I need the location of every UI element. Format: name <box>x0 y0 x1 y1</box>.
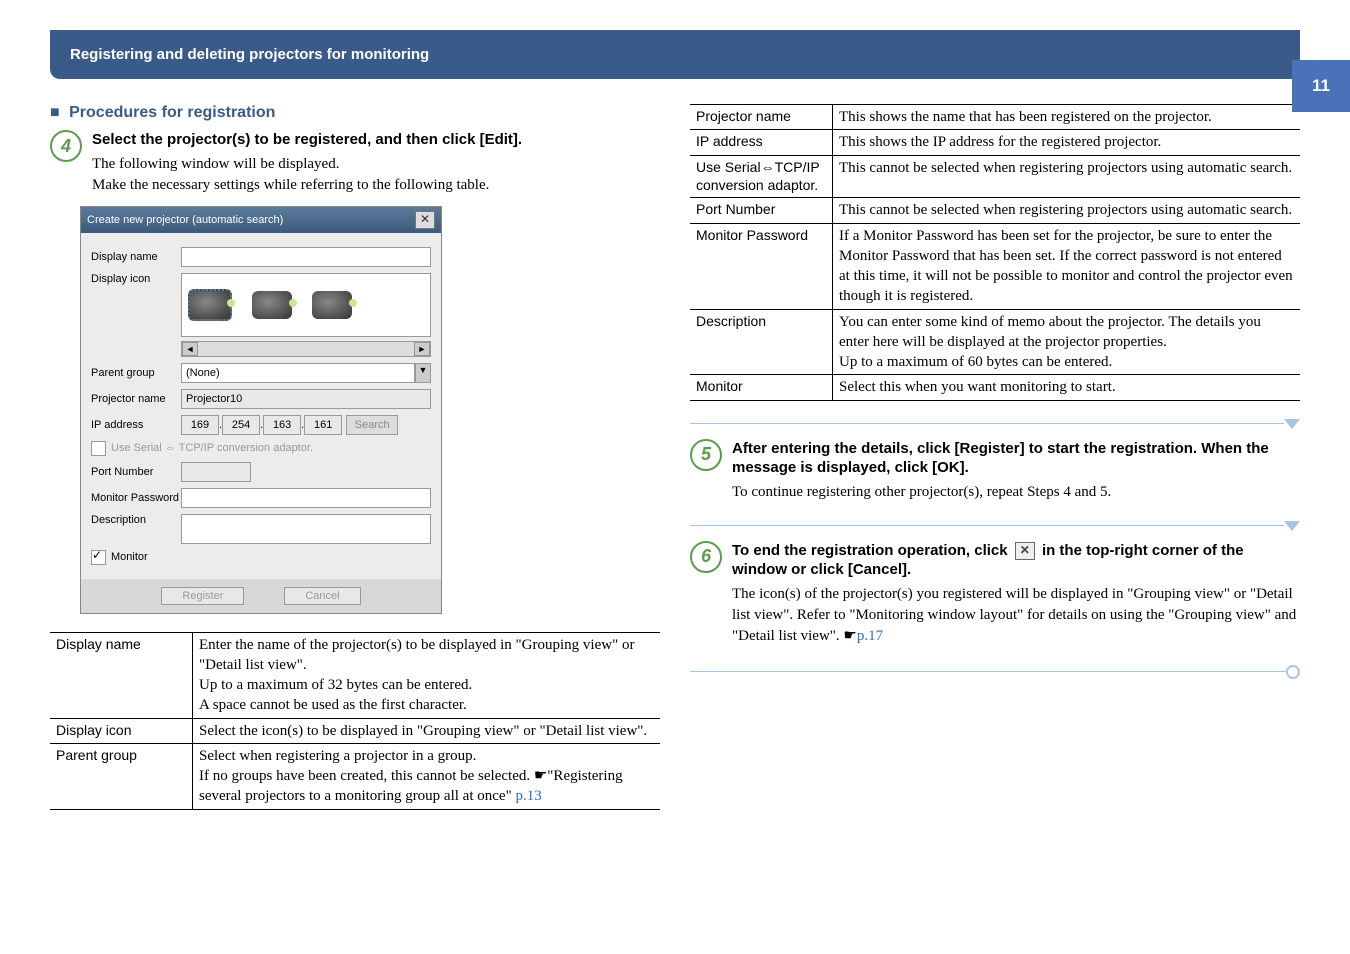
table-row: Port NumberThis cannot be selected when … <box>690 198 1300 223</box>
monitor-password-label: Monitor Password <box>91 492 181 504</box>
table-row: IP addressThis shows the IP address for … <box>690 130 1300 155</box>
definitions-table-left: Display nameEnter the name of the projec… <box>50 632 660 810</box>
table-value: This cannot be selected when registering… <box>833 198 1301 223</box>
bullet-icon: ■ <box>50 104 60 121</box>
port-number-field <box>181 462 251 482</box>
projector-name-label: Projector name <box>91 393 181 405</box>
description-label: Description <box>91 514 181 526</box>
table-value: Select this when you want monitoring to … <box>833 375 1301 400</box>
parent-group-label: Parent group <box>91 367 181 379</box>
table-value: This shows the IP address for the regist… <box>833 130 1301 155</box>
display-icon-label: Display icon <box>91 273 181 285</box>
dialog-body: Display name Display icon ◄ <box>81 233 441 579</box>
ip-seg-4: 161 <box>304 415 342 435</box>
projector-icon[interactable] <box>188 289 232 321</box>
ip-address-label: IP address <box>91 419 181 431</box>
parent-group-select[interactable]: (None) <box>181 363 415 383</box>
table-row: Monitor PasswordIf a Monitor Password ha… <box>690 223 1300 309</box>
table-row: Display nameEnter the name of the projec… <box>50 632 660 718</box>
table-row: MonitorSelect this when you want monitor… <box>690 375 1300 400</box>
projector-name-field: Projector10 <box>181 389 431 409</box>
step-4-text: The following window will be displayed. … <box>92 154 660 196</box>
left-column: ■ Procedures for registration 4 Select t… <box>50 104 660 810</box>
description-input[interactable] <box>181 514 431 544</box>
cancel-button[interactable]: Cancel <box>284 587 360 605</box>
table-value: This shows the name that has been regist… <box>833 105 1301 130</box>
ip-seg-3: 163 <box>263 415 301 435</box>
step-6-title-pre: To end the registration operation, click <box>732 542 1012 559</box>
section-heading: ■ Procedures for registration <box>50 104 660 122</box>
table-key: Parent group <box>50 743 193 809</box>
register-button[interactable]: Register <box>161 587 244 605</box>
table-key: Monitor <box>690 375 833 400</box>
table-value: You can enter some kind of memo about th… <box>833 309 1301 375</box>
step-6-text-body: The icon(s) of the projector(s) you regi… <box>732 586 1296 644</box>
section-heading-text: Procedures for registration <box>69 104 275 121</box>
table-value: This cannot be selected when registering… <box>833 155 1301 198</box>
scroll-right-icon[interactable]: ► <box>414 342 430 356</box>
table-value: Enter the name of the projector(s) to be… <box>193 632 661 718</box>
step-6-text: The icon(s) of the projector(s) you regi… <box>732 584 1300 647</box>
step-4-title: Select the projector(s) to be registered… <box>92 130 660 150</box>
display-name-input[interactable] <box>181 247 431 267</box>
step-5-text: To continue registering other projector(… <box>732 482 1300 503</box>
table-row: Use Serial⇔TCP/IP conversion adaptor.Thi… <box>690 155 1300 198</box>
page-link[interactable]: p.17 <box>857 628 883 644</box>
table-key: Use Serial⇔TCP/IP conversion adaptor. <box>690 155 833 198</box>
ip-seg-1: 169 <box>181 415 219 435</box>
chevron-down-icon[interactable]: ▼ <box>415 363 431 383</box>
close-icon: ✕ <box>1015 542 1035 560</box>
use-serial-checkbox <box>91 441 106 456</box>
table-key: Description <box>690 309 833 375</box>
search-button[interactable]: Search <box>346 415 398 435</box>
divider-icon <box>690 419 1300 429</box>
page-link[interactable]: p.13 <box>515 788 541 804</box>
monitor-checkbox[interactable] <box>91 550 106 565</box>
definitions-table-right: Projector nameThis shows the name that h… <box>690 104 1300 401</box>
dialog-title: Create new projector (automatic search) <box>87 214 283 226</box>
table-key: Display icon <box>50 718 193 743</box>
create-projector-dialog: Create new projector (automatic search) … <box>80 206 442 614</box>
table-row: Projector nameThis shows the name that h… <box>690 105 1300 130</box>
monitor-checkbox-label: Monitor <box>111 551 148 563</box>
header-title: Registering and deleting projectors for … <box>70 46 429 63</box>
close-icon[interactable]: ✕ <box>415 211 435 229</box>
scroll-left-icon[interactable]: ◄ <box>182 342 198 356</box>
step-5-title: After entering the details, click [Regis… <box>732 439 1300 478</box>
table-key: Monitor Password <box>690 223 833 309</box>
display-name-label: Display name <box>91 251 181 263</box>
table-value: Select the icon(s) to be displayed in "G… <box>193 718 661 743</box>
table-row: DescriptionYou can enter some kind of me… <box>690 309 1300 375</box>
table-row: Display iconSelect the icon(s) to be dis… <box>50 718 660 743</box>
projector-icon[interactable] <box>252 291 292 319</box>
table-key: Display name <box>50 632 193 718</box>
table-value: Select when registering a projector in a… <box>193 743 661 809</box>
right-column: Projector nameThis shows the name that h… <box>690 104 1300 810</box>
port-number-label: Port Number <box>91 466 181 478</box>
step-6-title: To end the registration operation, click… <box>732 541 1300 580</box>
use-serial-label: Use Serial ⇔ TCP/IP conversion adaptor. <box>111 442 313 454</box>
dialog-titlebar: Create new projector (automatic search) … <box>81 207 441 233</box>
table-key: Projector name <box>690 105 833 130</box>
display-icon-picker[interactable] <box>181 273 431 337</box>
ip-seg-2: 254 <box>222 415 260 435</box>
dialog-buttons: Register Cancel <box>81 579 441 613</box>
step-4-badge: 4 <box>50 130 82 162</box>
table-key: IP address <box>690 130 833 155</box>
page-header: Registering and deleting projectors for … <box>50 30 1300 79</box>
divider-icon <box>690 521 1300 531</box>
divider-end-icon <box>690 665 1300 679</box>
page-number: 11 <box>1292 60 1350 112</box>
step-5-badge: 5 <box>690 439 722 471</box>
monitor-password-input[interactable] <box>181 488 431 508</box>
projector-icon[interactable] <box>312 291 352 319</box>
table-key: Port Number <box>690 198 833 223</box>
table-row: Parent groupSelect when registering a pr… <box>50 743 660 809</box>
table-value: If a Monitor Password has been set for t… <box>833 223 1301 309</box>
icon-scrollbar[interactable]: ◄ ► <box>181 341 431 357</box>
step-6-badge: 6 <box>690 541 722 573</box>
